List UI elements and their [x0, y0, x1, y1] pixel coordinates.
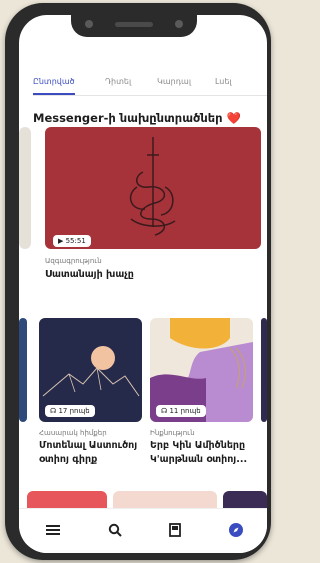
book-icon[interactable]: [166, 521, 184, 539]
card-title[interactable]: Մոտենալ Աստուծոյ օտիոյ գիրք: [39, 439, 143, 467]
card-title[interactable]: Սատանայի խաչը: [45, 268, 255, 282]
sensor-dot: [175, 20, 183, 28]
search-icon[interactable]: [106, 521, 124, 539]
camera-dot: [85, 20, 93, 28]
tab-featured[interactable]: Ընտրված: [33, 77, 75, 86]
bottom-nav: [19, 508, 267, 553]
app-screen: Ընտրված Դիտել Կարդալ Լսել Messenger-ի նա…: [19, 15, 267, 553]
card-title[interactable]: Երբ Կին Ամիծները Կ'արթնան օտիոյ...: [150, 439, 254, 467]
section-title: Messenger-ի նախընտրածներ ❤️: [33, 111, 241, 125]
duration-badge: ☊ 17 րոպե: [45, 405, 95, 417]
phone-frame: Ընտրված Դիտել Կարդալ Լսել Messenger-ի նա…: [5, 3, 271, 560]
compass-icon[interactable]: [227, 521, 245, 539]
audio-card-1[interactable]: ☊ 17 րոպե: [39, 318, 142, 422]
duration-badge: ▶ 55:51: [53, 235, 91, 247]
card-category: Ազգագրություն: [45, 257, 102, 265]
cross-illustration: [129, 137, 176, 236]
tab-read[interactable]: Կարդալ: [157, 77, 191, 86]
menu-icon[interactable]: [44, 521, 62, 539]
next-card-peek[interactable]: [261, 318, 267, 422]
tab-bar: Ընտրված Դիտել Կարդալ Լսել: [33, 77, 267, 97]
phone-notch: [71, 13, 197, 37]
tab-listen[interactable]: Լսել: [215, 77, 232, 86]
card-category: Հասարակ հիմքեր: [39, 429, 107, 437]
speaker-grille: [115, 22, 153, 27]
tab-divider: [33, 95, 267, 96]
card-category: Ինքնություն: [150, 429, 195, 437]
audio-card-2[interactable]: ☊ 11 րոպե: [150, 318, 253, 422]
tab-watch[interactable]: Դիտել: [105, 77, 131, 86]
prev-card-peek-2[interactable]: [19, 318, 27, 422]
prev-card-peek[interactable]: [19, 127, 31, 249]
duration-badge: ☊ 11 րոպե: [156, 405, 206, 417]
featured-video-card[interactable]: ▶ 55:51: [45, 127, 261, 249]
